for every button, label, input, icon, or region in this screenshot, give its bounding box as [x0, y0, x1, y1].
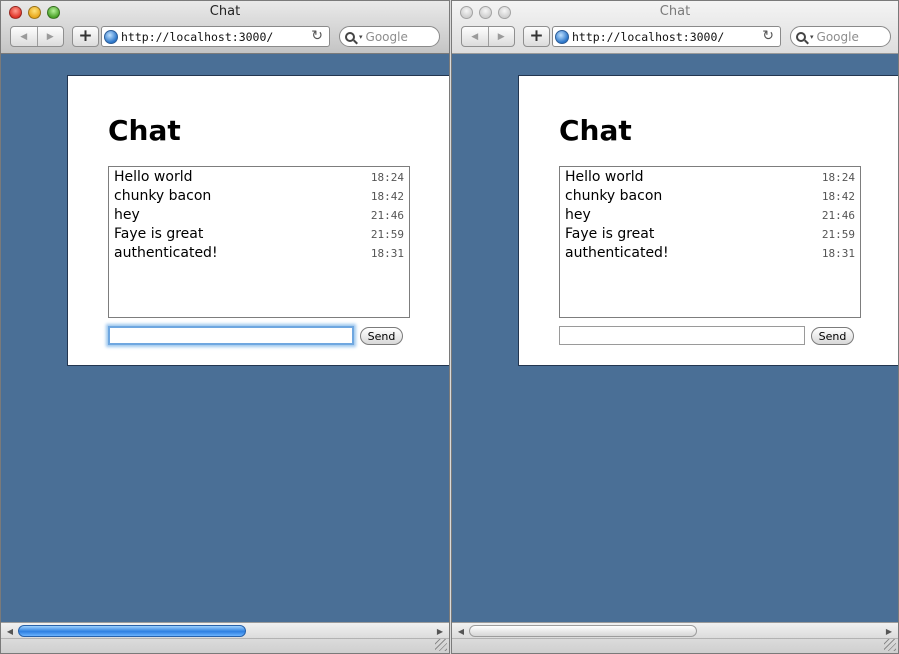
list-item: chunky bacon 18:42	[114, 188, 404, 207]
chat-panel: Chat Hello world 18:24 chunky bacon 18:4…	[518, 75, 898, 366]
window-toolbar: Chat ◀ ▶ + http://localhost:3000/ ↻ ▾ Go…	[1, 1, 449, 54]
chevron-down-icon[interactable]: ▾	[359, 33, 363, 41]
address-bar[interactable]: http://localhost:3000/ ↻	[552, 26, 781, 47]
browser-window-right: Chat ◀ ▶ + http://localhost:3000/ ↻ ▾ Go…	[451, 0, 899, 654]
window-toolbar: Chat ◀ ▶ + http://localhost:3000/ ↻ ▾ Go…	[452, 1, 898, 54]
message-text: authenticated!	[114, 245, 218, 261]
message-time: 18:31	[370, 247, 404, 260]
message-text: Hello world	[565, 169, 644, 185]
list-item: Hello world 18:24	[114, 169, 404, 188]
forward-arrow-icon[interactable]: ▶	[487, 27, 515, 46]
horizontal-scrollbar[interactable]: ◀ ▶	[452, 623, 898, 639]
chevron-down-icon[interactable]: ▾	[810, 33, 814, 41]
scroll-right-icon[interactable]: ▶	[433, 623, 447, 639]
window-title: Chat	[209, 4, 241, 19]
page-viewport: Chat Hello world 18:24 chunky bacon 18:4…	[1, 55, 449, 622]
list-item: hey 21:46	[565, 207, 855, 226]
scrollbar-thumb[interactable]	[469, 625, 697, 637]
message-text: hey	[114, 207, 140, 223]
globe-icon	[555, 29, 569, 44]
list-item: Hello world 18:24	[565, 169, 855, 188]
resize-grip-icon[interactable]	[435, 639, 447, 651]
message-time: 18:24	[821, 171, 855, 184]
message-input[interactable]	[108, 326, 354, 345]
list-item: hey 21:46	[114, 207, 404, 226]
reload-icon[interactable]: ↻	[311, 27, 323, 46]
message-text: authenticated!	[565, 245, 669, 261]
add-bookmark-button[interactable]: +	[523, 26, 550, 47]
message-time: 21:59	[821, 228, 855, 241]
nav-buttons: ◀ ▶	[10, 26, 64, 47]
scroll-left-icon[interactable]: ◀	[454, 623, 468, 639]
message-input[interactable]	[559, 326, 805, 345]
status-bar: ◀ ▶	[452, 622, 898, 653]
message-time: 21:46	[370, 209, 404, 222]
scrollbar-thumb[interactable]	[18, 625, 246, 637]
back-arrow-icon[interactable]: ◀	[462, 27, 488, 46]
forward-arrow-icon[interactable]: ▶	[36, 27, 64, 46]
message-time: 18:42	[370, 190, 404, 203]
chat-panel: Chat Hello world 18:24 chunky bacon 18:4…	[67, 75, 449, 366]
message-text: Faye is great	[565, 226, 655, 242]
chat-messages: Hello world 18:24 chunky bacon 18:42 hey…	[559, 166, 861, 318]
status-bar: ◀ ▶	[1, 622, 449, 653]
back-arrow-icon[interactable]: ◀	[11, 27, 37, 46]
message-time: 21:46	[821, 209, 855, 222]
horizontal-scrollbar[interactable]: ◀ ▶	[1, 623, 449, 639]
search-field[interactable]: ▾ Google	[790, 26, 891, 47]
resize-grip-icon[interactable]	[884, 639, 896, 651]
message-time: 18:31	[821, 247, 855, 260]
list-item: Faye is great 21:59	[565, 226, 855, 245]
search-placeholder: Google	[365, 29, 408, 44]
search-icon	[345, 31, 355, 42]
list-item: authenticated! 18:31	[565, 245, 855, 264]
search-field[interactable]: ▾ Google	[339, 26, 440, 47]
list-item: Faye is great 21:59	[114, 226, 404, 245]
address-url: http://localhost:3000/	[572, 29, 725, 44]
scroll-left-icon[interactable]: ◀	[3, 623, 17, 639]
window-title: Chat	[659, 4, 691, 19]
page-title: Chat	[559, 114, 632, 147]
message-text: Faye is great	[114, 226, 204, 242]
desktop: Chat ◀ ▶ + http://localhost:3000/ ↻ ▾ Go…	[0, 0, 899, 654]
list-item: chunky bacon 18:42	[565, 188, 855, 207]
scroll-right-icon[interactable]: ▶	[882, 623, 896, 639]
add-bookmark-button[interactable]: +	[72, 26, 99, 47]
search-icon	[796, 31, 806, 42]
message-text: hey	[565, 207, 591, 223]
browser-window-left: Chat ◀ ▶ + http://localhost:3000/ ↻ ▾ Go…	[0, 0, 450, 654]
address-url: http://localhost:3000/	[121, 29, 274, 44]
page-title: Chat	[108, 114, 181, 147]
page-viewport: Chat Hello world 18:24 chunky bacon 18:4…	[452, 55, 898, 622]
send-button[interactable]: Send	[811, 327, 854, 345]
nav-buttons: ◀ ▶	[461, 26, 515, 47]
message-time: 18:24	[370, 171, 404, 184]
globe-icon	[104, 29, 118, 44]
message-text: Hello world	[114, 169, 193, 185]
address-bar[interactable]: http://localhost:3000/ ↻	[101, 26, 330, 47]
list-item: authenticated! 18:31	[114, 245, 404, 264]
message-time: 21:59	[370, 228, 404, 241]
reload-icon[interactable]: ↻	[762, 27, 774, 46]
message-text: chunky bacon	[114, 188, 212, 204]
chat-messages: Hello world 18:24 chunky bacon 18:42 hey…	[108, 166, 410, 318]
search-placeholder: Google	[816, 29, 859, 44]
message-text: chunky bacon	[565, 188, 663, 204]
send-button[interactable]: Send	[360, 327, 403, 345]
message-time: 18:42	[821, 190, 855, 203]
